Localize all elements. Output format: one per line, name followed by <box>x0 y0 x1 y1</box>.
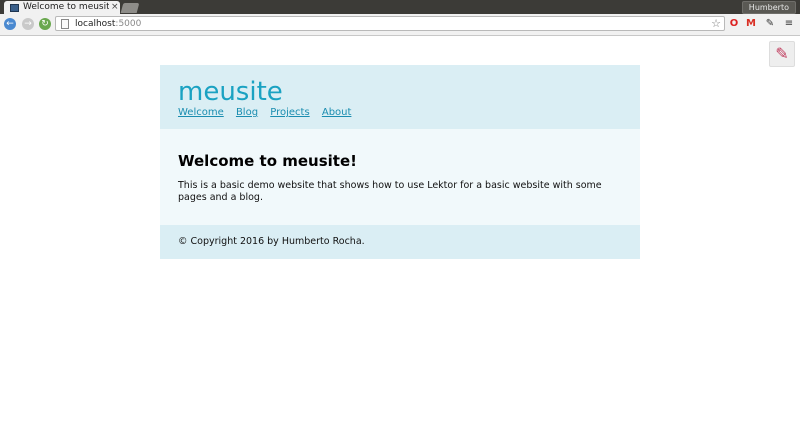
profile-user-button[interactable]: Humberto <box>741 1 796 14</box>
tab-favicon-icon <box>10 3 19 12</box>
page-icon <box>61 18 69 29</box>
forward-arrow-icon[interactable]: → <box>22 18 34 30</box>
site-title[interactable]: meusite <box>178 65 622 107</box>
opera-extension-icon[interactable]: O <box>728 18 740 30</box>
site-container: meusite Welcome Blog Projects About Welc… <box>160 65 640 259</box>
nav-link-about[interactable]: About <box>322 107 352 118</box>
browser-menu-icon[interactable]: ≡ <box>783 18 795 30</box>
new-tab-button[interactable] <box>120 3 140 13</box>
nav-link-blog[interactable]: Blog <box>236 107 258 118</box>
browser-toolbar: ← → ↻ localhost:5000 ☆ O M ✎ ≡ <box>0 14 800 36</box>
nav-link-projects[interactable]: Projects <box>270 107 309 118</box>
url-text[interactable]: localhost:5000 <box>75 19 141 29</box>
back-arrow-icon[interactable]: ← <box>4 18 16 30</box>
browser-tab-active[interactable]: Welcome to meusite × <box>4 1 120 14</box>
site-main: Welcome to meusite! This is a basic demo… <box>160 129 640 225</box>
address-bar[interactable]: localhost:5000 ☆ <box>55 16 725 31</box>
url-port: :5000 <box>115 18 142 29</box>
page-body-text: This is a basic demo website that shows … <box>178 180 602 203</box>
url-host: localhost <box>75 18 116 29</box>
browser-titlebar: Welcome to meusite × Humberto <box>0 0 800 14</box>
tab-close-icon[interactable]: × <box>111 1 119 14</box>
pencil-icon[interactable]: ✎ <box>769 41 795 67</box>
page-heading: Welcome to meusite! <box>178 152 357 170</box>
site-footer: © Copyright 2016 by Humberto Rocha. <box>160 225 640 259</box>
gmail-extension-icon[interactable]: M <box>745 18 757 30</box>
nav-link-welcome[interactable]: Welcome <box>178 107 224 118</box>
eyedropper-extension-icon[interactable]: ✎ <box>764 18 776 30</box>
reload-icon[interactable]: ↻ <box>39 18 51 30</box>
star-icon[interactable]: ☆ <box>711 17 721 30</box>
site-nav: Welcome Blog Projects About <box>178 107 622 118</box>
tab-title: Welcome to meusite <box>23 2 109 12</box>
site-header: meusite Welcome Blog Projects About <box>160 65 640 129</box>
